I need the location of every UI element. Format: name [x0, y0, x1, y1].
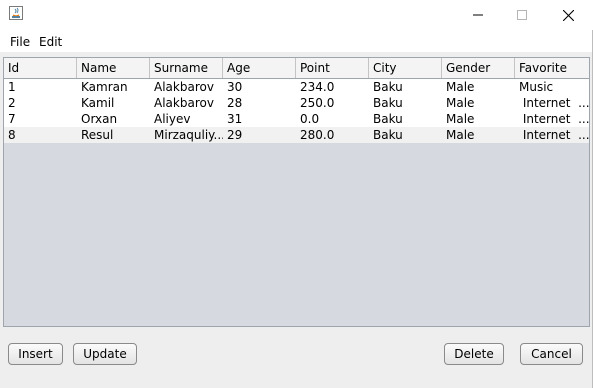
table-row[interactable]: 8 Resul Mirzaquliy... 29 280.0 Baku Male…: [4, 127, 589, 143]
cell-gender: Male: [446, 112, 475, 126]
maximize-icon: [517, 10, 527, 20]
column-header-age[interactable]: Age: [223, 58, 296, 78]
cell-name: Orxan: [81, 112, 118, 126]
update-button[interactable]: Update: [73, 343, 137, 365]
cell-surname: Mirzaquliy...: [154, 128, 223, 142]
delete-button[interactable]: Delete: [444, 343, 504, 365]
cell-id: 2: [8, 96, 16, 110]
cell-name: Kamil: [81, 96, 115, 110]
cell-city: Baku: [373, 80, 403, 94]
cell-surname: Aliyev: [154, 112, 191, 126]
cell-age: 30: [227, 80, 243, 94]
table-header: Id Name Surname Age Point City Gender Fa…: [4, 58, 589, 79]
cell-age: 31: [227, 112, 243, 126]
menu-edit[interactable]: Edit: [39, 35, 62, 49]
title-bar: [0, 0, 593, 30]
main-panel: Id Name Surname Age Point City Gender Fa…: [0, 52, 593, 388]
java-app-icon: [9, 6, 23, 20]
cell-favorite: Internet ...: [519, 96, 589, 110]
cell-age: 29: [227, 128, 243, 142]
cell-point: 280.0: [300, 128, 335, 142]
cell-city: Baku: [373, 112, 403, 126]
cell-age: 28: [227, 96, 243, 110]
cell-name: Kamran: [81, 80, 128, 94]
table-row[interactable]: 1 Kamran Alakbarov 30 234.0 Baku Male Mu…: [4, 79, 589, 95]
cell-surname: Alakbarov: [154, 80, 214, 94]
cell-point: 0.0: [300, 112, 320, 126]
minimize-icon: [473, 14, 483, 16]
cell-id: 7: [8, 112, 16, 126]
close-button[interactable]: [545, 0, 591, 30]
cell-favorite: Internet ...: [519, 128, 589, 142]
cell-point: 234.0: [300, 80, 335, 94]
cell-id: 8: [8, 128, 16, 142]
cell-id: 1: [8, 80, 16, 94]
table-row[interactable]: 2 Kamil Alakbarov 28 250.0 Baku Male Int…: [4, 95, 589, 111]
cell-city: Baku: [373, 128, 403, 142]
table-body: 1 Kamran Alakbarov 30 234.0 Baku Male Mu…: [4, 79, 589, 143]
minimize-button[interactable]: [455, 0, 501, 30]
menu-file[interactable]: File: [10, 35, 30, 49]
column-header-favorite[interactable]: Favorite: [515, 58, 589, 78]
column-header-city[interactable]: City: [369, 58, 442, 78]
cell-surname: Alakbarov: [154, 96, 214, 110]
cancel-button[interactable]: Cancel: [520, 343, 583, 365]
cell-city: Baku: [373, 96, 403, 110]
cell-favorite: Internet ...: [519, 112, 589, 126]
menu-bar: File Edit: [0, 30, 593, 52]
cell-point: 250.0: [300, 96, 335, 110]
cell-gender: Male: [446, 80, 475, 94]
students-table[interactable]: Id Name Surname Age Point City Gender Fa…: [3, 57, 590, 327]
insert-button[interactable]: Insert: [8, 343, 63, 365]
column-header-id[interactable]: Id: [4, 58, 77, 78]
column-header-gender[interactable]: Gender: [442, 58, 515, 78]
maximize-button[interactable]: [499, 0, 545, 30]
cell-gender: Male: [446, 128, 475, 142]
column-header-surname[interactable]: Surname: [150, 58, 223, 78]
cell-favorite: Music: [519, 80, 554, 94]
close-icon: [562, 9, 574, 21]
column-header-point[interactable]: Point: [296, 58, 369, 78]
column-header-name[interactable]: Name: [77, 58, 150, 78]
cell-name: Resul: [81, 128, 114, 142]
cell-gender: Male: [446, 96, 475, 110]
table-row[interactable]: 7 Orxan Aliyev 31 0.0 Baku Male Internet…: [4, 111, 589, 127]
